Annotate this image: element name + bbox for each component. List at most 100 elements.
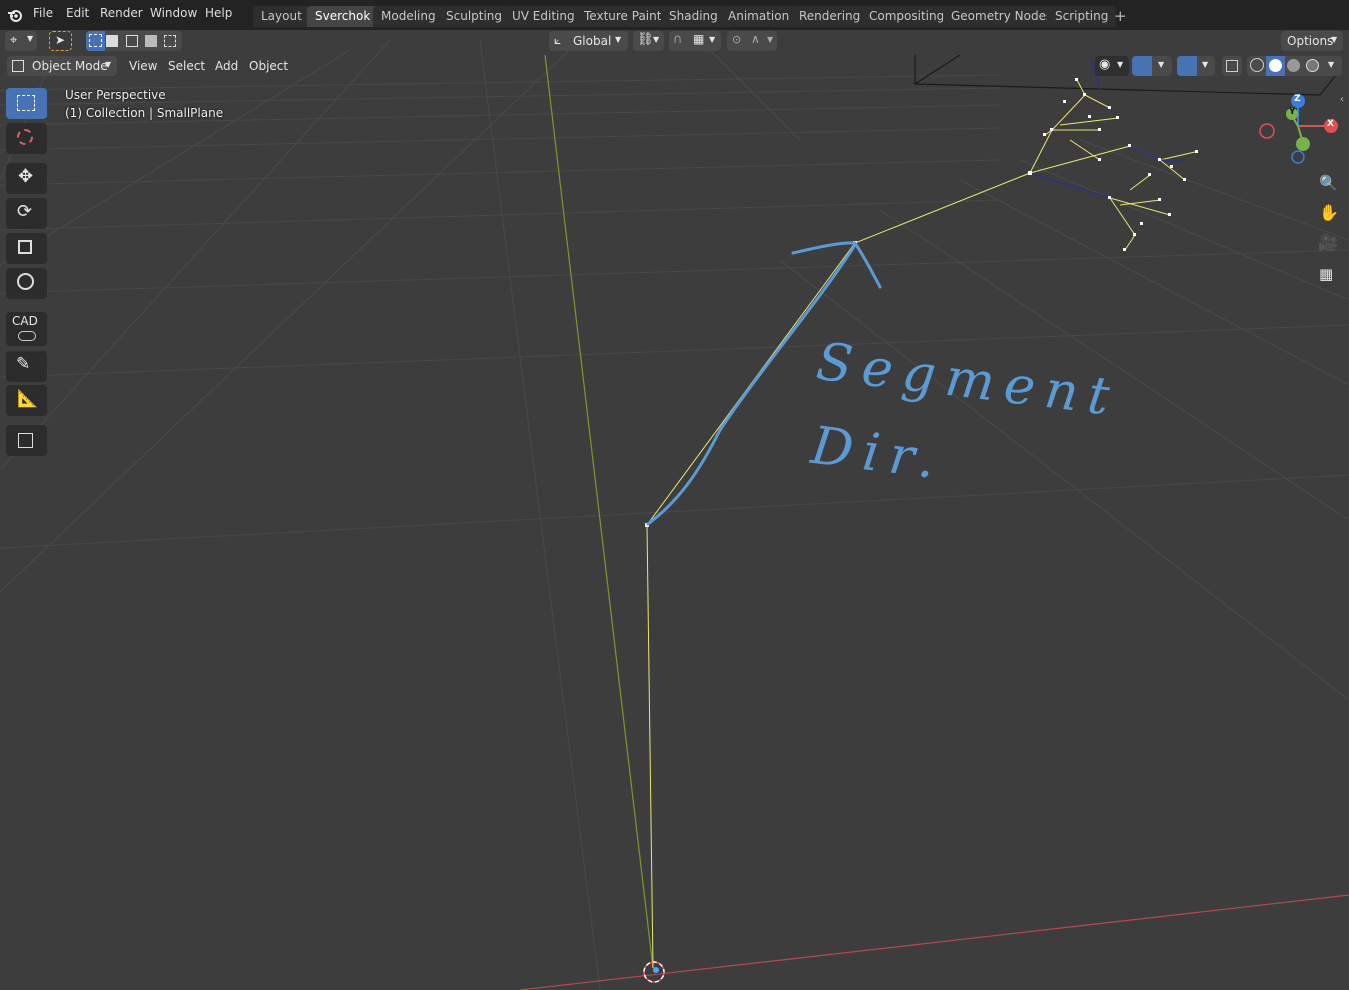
3d-viewport[interactable]: Segment Dir. [0,30,1349,990]
gizmo-z-label: Z [1294,94,1301,104]
chevron-down-icon[interactable]: ▼ [1328,60,1334,69]
tab-shading[interactable]: Shading [661,6,726,27]
wireframe-shading-icon[interactable] [1250,58,1264,72]
select-subtract-icon[interactable] [126,35,138,47]
perspective-grid-icon: ▦ [1319,265,1334,283]
cad-tool[interactable]: CAD [6,312,47,346]
scale-tool[interactable] [6,233,47,264]
chevron-down-icon: ▼ [1331,35,1338,44]
menu-add[interactable]: Add [215,59,238,73]
zoom-button[interactable]: 🔍 [1315,172,1339,196]
view-header: Object Mode ▼ View Select Add Object ◉ ▼… [0,55,1349,77]
top-bar: File Edit Render Window Help Layout Sver… [0,0,1349,30]
select-tool-icon: ➤ [55,33,66,47]
visibility-dropdown[interactable]: ◉ ▼ [1095,56,1129,76]
overlay-toggle[interactable]: ▼ [1177,56,1215,76]
menu-edit[interactable]: Edit [66,6,89,20]
cursor-icon [17,129,33,145]
navigation-gizmo[interactable]: Z Y X [1255,92,1345,167]
chevron-down-icon: ▼ [1117,60,1124,69]
eye-icon: ◉ [1099,57,1111,72]
pivot-dropdown[interactable]: ⛓ ▼ [633,31,664,51]
annotate-icon: ✎ [16,354,31,374]
menu-help[interactable]: Help [205,6,232,20]
camera-view-button[interactable]: 🎥 [1315,232,1339,256]
gizmo-icon [1132,56,1152,76]
chevron-down-icon: ▼ [709,35,716,44]
transform-orientation-dropdown[interactable]: ⟀ Global ▼ [549,31,628,51]
plus-icon[interactable]: + [1114,7,1127,25]
menu-view[interactable]: View [129,59,157,73]
options-dropdown[interactable]: Options ▼ [1281,31,1343,51]
menu-render[interactable]: Render [100,6,143,20]
cursor-tool[interactable] [6,123,47,154]
tab-texture-paint[interactable]: Texture Paint [576,6,670,27]
y-axis-line [544,54,654,969]
tab-rendering[interactable]: Rendering [791,6,869,27]
editor-type-button[interactable]: ⌖ ▼ [5,31,37,51]
chevron-down-icon: ▼ [1202,60,1209,69]
measure-icon: 📐 [17,389,39,409]
gizmo-toggle[interactable]: ▼ [1132,56,1172,76]
tab-layout[interactable]: Layout [253,6,310,27]
chevron-down-icon: ▼ [615,35,622,44]
menu-select[interactable]: Select [168,59,205,73]
proportional-edit-toggle[interactable]: ⊙ ∧ ▼ [727,31,777,51]
material-shading-icon[interactable] [1287,59,1300,72]
rendered-shading-icon[interactable] [1306,59,1319,72]
tab-modeling[interactable]: Modeling [373,6,444,27]
mesh-edges [646,79,1196,969]
gizmo-x-label: X [1327,119,1334,129]
xray-icon [1226,60,1238,72]
xray-toggle[interactable] [1222,56,1242,76]
transform-icon [17,273,34,290]
perspective-label: User Perspective [65,88,166,102]
annotation-text: Segment Dir. [802,320,1122,521]
grid-floor [0,39,1349,990]
chevron-down-icon: ▼ [105,60,112,69]
blender-logo-icon[interactable] [7,7,23,23]
menu-file[interactable]: File [33,6,53,20]
tab-uv-editing[interactable]: UV Editing [504,6,583,27]
orientation-icon: ⟀ [554,33,562,47]
proportional-edit-icon: ⊙ [732,33,742,46]
select-intersect-icon[interactable] [164,35,176,47]
perspective-toggle-button[interactable]: ▦ [1315,263,1339,287]
tab-compositing[interactable]: Compositing [861,6,953,27]
menu-window[interactable]: Window [150,6,197,20]
transform-tool[interactable] [6,268,47,299]
chevron-down-icon: ▼ [1158,60,1165,69]
select-invert-icon[interactable] [145,35,157,47]
select-extend-icon[interactable] [106,35,118,47]
pan-button[interactable]: ✋ [1315,202,1339,226]
mode-value: Object Mode [32,59,108,73]
tool-header: ⌖ ▼ ➤ ⟀ Global ▼ ⛓ ▼ ∩ ▦ ▼ ⊙ ∧ ▼ Options… [0,30,1349,52]
tab-animation[interactable]: Animation [720,6,798,27]
select-box-tool[interactable] [6,88,47,119]
tab-geometry-nodes[interactable]: Geometry Nodes [943,6,1061,27]
measure-tool[interactable]: 📐 [6,385,47,416]
cad-icon: CAD [12,314,38,328]
3d-cursor [643,961,665,983]
tab-sverchok[interactable]: Sverchok [307,6,379,27]
rotate-tool[interactable]: ⟳ [6,198,47,229]
tab-sculpting[interactable]: Sculpting [438,6,511,27]
select-mode-group [86,31,182,51]
solid-shading-icon[interactable] [1266,56,1285,76]
snap-toggle[interactable]: ∩ ▦ ▼ [669,31,721,51]
tab-scripting[interactable]: Scripting [1047,6,1117,27]
rotate-icon: ⟳ [17,201,33,222]
move-icon: ✥ [18,166,34,187]
select-new-icon[interactable] [86,31,105,51]
add-cube-tool[interactable] [6,425,47,456]
sidebar-toggle-icon[interactable]: ‹ [1340,94,1344,105]
overlay-icon [1177,56,1197,76]
mode-dropdown[interactable]: Object Mode ▼ [7,56,117,76]
object-mode-icon [12,60,24,72]
menu-object[interactable]: Object [249,59,288,73]
select-tool-button[interactable]: ➤ [49,31,72,51]
falloff-icon: ∧ [751,32,760,46]
annotate-tool[interactable]: ✎ [6,351,47,382]
camera-icon: 🎥 [1318,233,1338,252]
move-tool[interactable]: ✥ [6,163,47,194]
